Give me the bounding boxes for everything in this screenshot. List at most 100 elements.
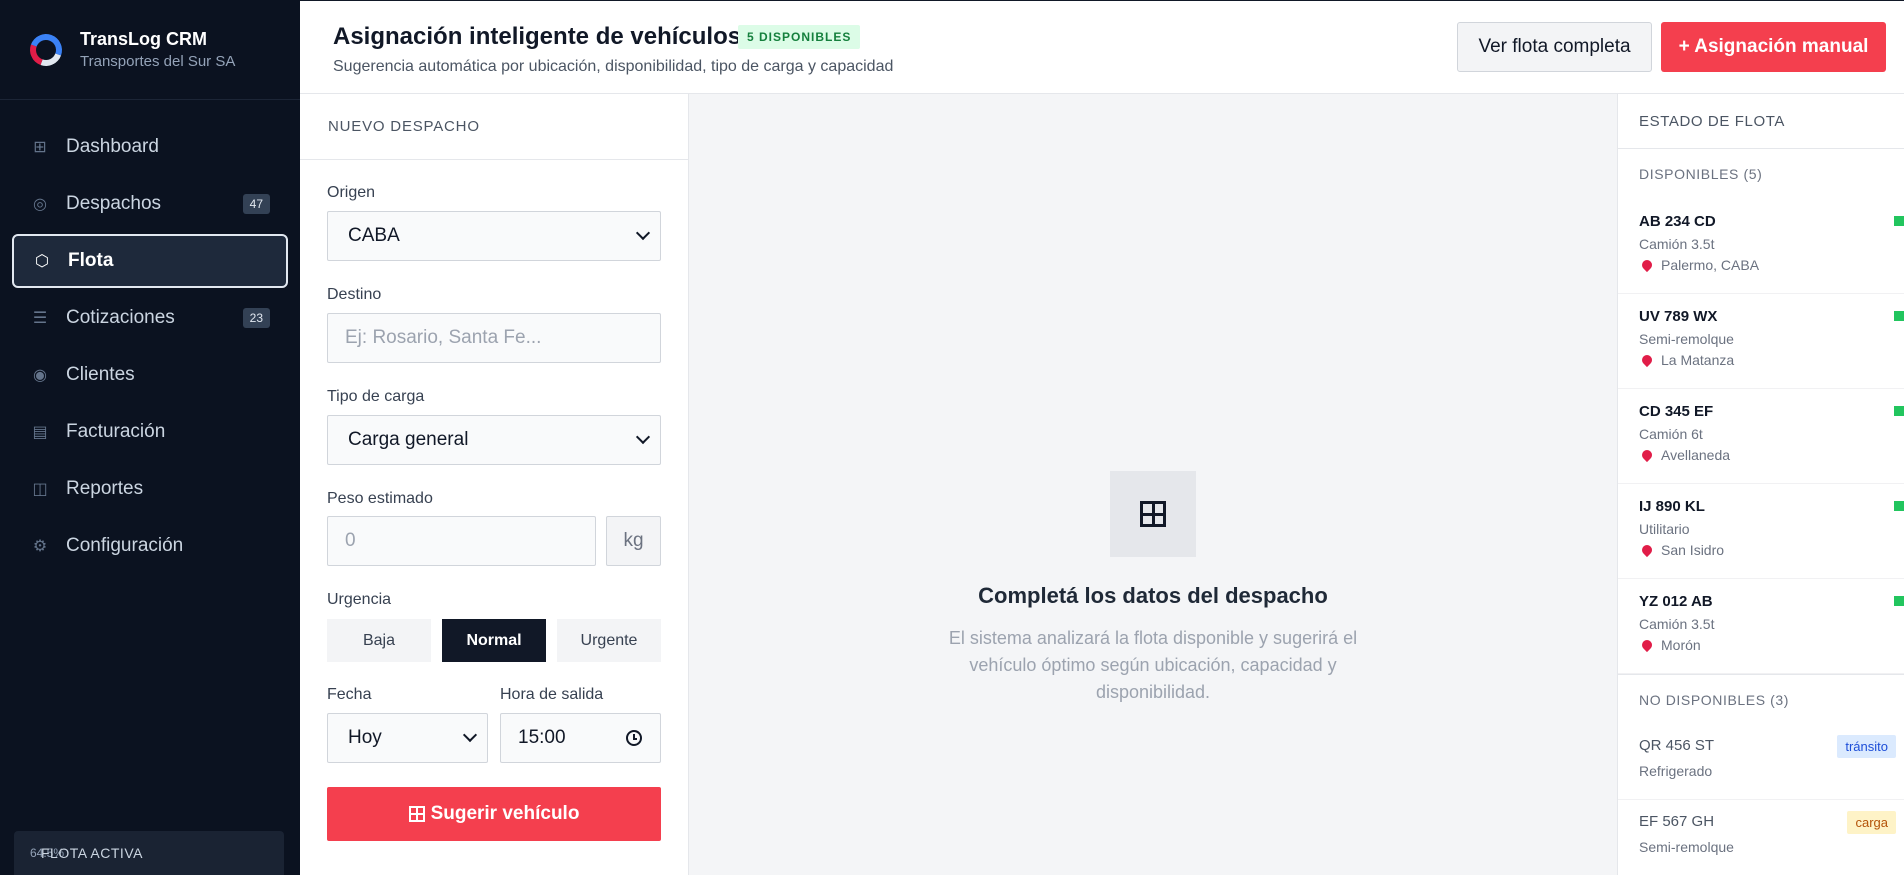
vehicle-item[interactable]: IJ 890 KL Utilitario San Isidro: [1618, 484, 1904, 579]
logo-icon: [24, 28, 68, 71]
form-heading: NUEVO DESPACHO: [300, 94, 688, 160]
weight-unit: kg: [606, 516, 661, 566]
sidebar-item-configuracion[interactable]: ⚙ Configuración: [12, 519, 288, 573]
departure-time-input[interactable]: 15:00: [500, 713, 661, 763]
destination-input[interactable]: Ej: Rosario, Santa Fe...: [327, 313, 661, 363]
chevron-down-icon: [635, 429, 651, 445]
vehicle-type: Utilitario: [1639, 521, 1690, 537]
unavailable-section-title: NO DISPONIBLES (3): [1618, 674, 1904, 724]
cargo-type-value: Carga general: [348, 429, 469, 450]
weight-placeholder: 0: [345, 530, 356, 551]
sidebar-item-reportes[interactable]: ◫ Reportes: [12, 462, 288, 516]
sidebar-item-label: Dashboard: [66, 136, 159, 157]
page-subtitle: Sugerencia automática por ubicación, dis…: [333, 58, 894, 75]
invoice-icon: ▤: [32, 424, 48, 441]
destination-label: Destino: [327, 286, 382, 303]
urgency-label: Urgencia: [327, 591, 392, 608]
origin-select[interactable]: CABA: [327, 211, 661, 261]
hexagon-icon: ⬡: [35, 253, 49, 270]
grid-icon: ⊞: [33, 139, 47, 156]
count-badge: 47: [242, 194, 270, 214]
map-pin-icon: [1639, 542, 1655, 558]
vehicle-plate: YZ 012 AB: [1639, 593, 1713, 610]
suggest-vehicle-label: Sugerir vehículo: [430, 803, 580, 824]
empty-state-title: Completá los datos del despacho: [978, 583, 1328, 608]
status-badge: 5 DISPONIBLES: [738, 25, 861, 49]
origin-value: CABA: [348, 225, 400, 246]
count-badge: 23: [242, 308, 270, 328]
cargo-type-label: Tipo de carga: [327, 388, 425, 405]
grid-icon: [408, 806, 425, 822]
status-badge: tránsito: [1837, 735, 1896, 758]
sidebar-item-label: Configuración: [66, 535, 184, 556]
vehicle-location: La Matanza: [1639, 352, 1904, 368]
chevron-down-icon: [462, 727, 478, 743]
vehicle-plate: CD 345 EF: [1639, 403, 1714, 420]
date-select[interactable]: Hoy: [327, 713, 488, 763]
available-status-icon: [1894, 406, 1904, 416]
suggest-vehicle-button[interactable]: Sugerir vehículo: [327, 787, 661, 841]
sidebar-item-label: Despachos: [66, 193, 162, 214]
urgency-urgent-button[interactable]: Urgente: [557, 619, 661, 662]
destination-placeholder: Ej: Rosario, Santa Fe...: [345, 327, 542, 348]
suggestion-area: Completá los datos del despacho El siste…: [689, 94, 1617, 875]
vehicle-plate: IJ 890 KL: [1639, 498, 1705, 515]
user-circle-icon: ◉: [33, 367, 47, 384]
sidebar-item-flota[interactable]: ⬡ Flota: [12, 234, 288, 288]
vehicle-location: Palermo, CABA: [1639, 257, 1904, 273]
manual-assignment-button[interactable]: + Asignación manual: [1661, 22, 1886, 72]
vehicle-item[interactable]: CD 345 EF Camión 6t Avellaneda: [1618, 389, 1904, 484]
sidebar-item-dashboard[interactable]: ⊞ Dashboard: [12, 120, 288, 174]
chevron-down-icon: [635, 225, 651, 241]
fleet-active-label: FLOTA ACTIVA: [41, 845, 143, 861]
map-pin-icon: [1639, 257, 1655, 273]
brand[interactable]: TransLog CRM Transportes del Sur SA: [0, 0, 300, 100]
gear-icon: ⚙: [32, 538, 48, 555]
available-status-icon: [1894, 311, 1904, 321]
available-status-icon: [1894, 216, 1904, 226]
sidebar-item-facturacion[interactable]: ▤ Facturación: [12, 405, 288, 459]
vehicle-item[interactable]: AB 234 CD Camión 3.5t Palermo, CABA: [1618, 199, 1904, 294]
vehicle-item[interactable]: EF 567 GH Semi-remolque carga: [1618, 800, 1904, 875]
date-value: Hoy: [348, 727, 382, 748]
cargo-type-select[interactable]: Carga general: [327, 415, 661, 465]
vehicle-item[interactable]: UV 789 WX Semi-remolque La Matanza: [1618, 294, 1904, 389]
target-icon: ◎: [33, 196, 47, 213]
clock-icon: [626, 730, 642, 746]
vehicle-type: Camión 6t: [1639, 426, 1703, 442]
fleet-active-indicator: FLOTA ACTIVA 64.5%: [14, 831, 284, 875]
vehicle-type: Semi-remolque: [1639, 331, 1734, 347]
urgency-low-button[interactable]: Baja: [327, 619, 431, 662]
vehicle-type: Camión 3.5t: [1639, 236, 1715, 252]
page-title: Asignación inteligente de vehículos: [333, 23, 742, 50]
sidebar-item-label: Cotizaciones: [66, 307, 175, 328]
vehicle-type: Semi-remolque: [1639, 839, 1734, 855]
vehicle-location: San Isidro: [1639, 542, 1904, 558]
sidebar: TransLog CRM Transportes del Sur SA ⊞ Da…: [0, 0, 300, 875]
available-status-icon: [1894, 501, 1904, 511]
fleet-status-panel: ESTADO DE FLOTA DISPONIBLES (5) AB 234 C…: [1617, 94, 1904, 875]
empty-state-description: El sistema analizará la flota disponible…: [948, 628, 1358, 702]
fleet-status-heading: ESTADO DE FLOTA: [1618, 94, 1904, 149]
sidebar-item-label: Flota: [68, 250, 114, 271]
sidebar-item-cotizaciones[interactable]: ☰ Cotizaciones 23: [12, 291, 288, 345]
vehicle-plate: UV 789 WX: [1639, 308, 1718, 325]
time-value: 15:00: [518, 727, 566, 748]
vehicle-item[interactable]: YZ 012 AB Camión 3.5t Morón: [1618, 579, 1904, 674]
urgency-normal-button[interactable]: Normal: [442, 619, 546, 662]
dispatch-form: NUEVO DESPACHO Origen CABA Destino Ej: R…: [300, 94, 689, 875]
book-icon: ◫: [32, 481, 48, 498]
status-badge: carga: [1847, 811, 1896, 834]
vehicle-type: Camión 3.5t: [1639, 616, 1715, 632]
vehicle-item[interactable]: QR 456 ST Refrigerado tránsito: [1618, 724, 1904, 800]
vehicle-location: Morón: [1639, 637, 1904, 653]
list-icon: ☰: [32, 310, 48, 327]
sidebar-item-label: Facturación: [66, 421, 166, 442]
sidebar-item-despachos[interactable]: ◎ Despachos 47: [12, 177, 288, 231]
view-fleet-button[interactable]: Ver flota completa: [1457, 22, 1652, 72]
sidebar-nav: ⊞ Dashboard ◎ Despachos 47 ⬡ Flota ☰ Cot…: [0, 100, 300, 573]
sidebar-item-clientes[interactable]: ◉ Clientes: [12, 348, 288, 402]
grid-icon: [1110, 471, 1196, 557]
vehicle-location: Avellaneda: [1639, 447, 1904, 463]
weight-input[interactable]: 0: [327, 516, 596, 566]
